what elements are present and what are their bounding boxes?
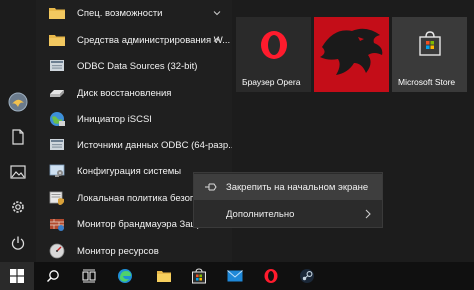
app-label: Конфигурация системы [77,165,182,177]
start-button[interactable] [0,262,34,290]
mail-icon [227,270,243,282]
resource-monitor-icon [48,242,66,260]
menu-item-label: Закрепить на начальном экране [226,181,369,193]
recovery-drive-icon [48,84,66,102]
file-explorer-button[interactable] [147,262,181,290]
tile-opera[interactable]: Браузер Opera [236,17,311,92]
opera-taskbar-button[interactable] [254,262,288,290]
store-icon [192,268,206,284]
tile-label: Microsoft Store [398,77,456,87]
tile-msi[interactable] [314,17,389,92]
edge-button[interactable] [108,262,142,290]
steam-icon [300,269,314,283]
app-label: Средства администрирования W... [77,34,231,46]
app-label: Инициатор iSCSI [77,113,152,125]
list-item[interactable]: Источники данных ODBC (64-разр... [36,132,232,158]
list-item[interactable]: Средства администрирования W... [36,27,232,53]
menu-item-pin-to-start[interactable]: Закрепить на начальном экране [194,174,382,200]
task-view-button[interactable] [72,262,106,290]
user-avatar-icon [8,92,28,112]
app-label: Локальная политика безопа [77,192,201,204]
list-item[interactable]: Инициатор iSCSI [36,106,232,132]
tile-microsoft-store[interactable]: Microsoft Store [392,17,467,92]
pictures-button[interactable] [6,160,30,184]
list-item[interactable]: Диск восстановления [36,80,232,106]
list-item[interactable]: Спец. возможности [36,0,232,26]
odbc-icon [48,57,66,75]
gear-icon [12,201,24,213]
document-icon [12,129,24,145]
menu-item-label: Дополнительно [226,208,295,220]
mail-button[interactable] [218,262,252,290]
iscsi-globe-icon [48,110,66,128]
folder-icon [48,4,66,22]
power-icon [11,236,25,250]
app-label: Источники данных ODBC (64-разр... [77,139,232,151]
security-policy-icon [48,189,66,207]
chevron-down-icon [213,11,221,16]
folder-icon [48,31,66,49]
msi-dragon-icon [320,28,383,75]
opera-icon [264,269,278,283]
tile-label: Браузер Opera [242,77,301,87]
task-view-icon [82,269,96,283]
app-label: Диск восстановления [77,87,172,99]
app-label: ODBC Data Sources (32-bit) [77,60,198,72]
store-button[interactable] [182,262,216,290]
documents-button[interactable] [6,125,30,149]
menu-item-more[interactable]: Дополнительно [194,201,382,227]
list-item[interactable]: Монитор ресурсов [36,238,232,262]
system-config-icon [48,162,66,180]
search-button[interactable] [36,262,70,290]
app-label: Монитор ресурсов [77,245,159,257]
app-label: Спец. возможности [77,7,163,19]
start-left-rail [0,0,36,262]
odbc-icon [48,136,66,154]
picture-icon [10,165,26,179]
settings-button[interactable] [6,195,30,219]
chevron-right-icon [365,209,371,219]
pin-icon [205,183,217,191]
steam-button[interactable] [290,262,324,290]
opera-icon [261,31,287,59]
firewall-monitor-icon [48,215,66,233]
taskbar [0,262,474,290]
chevron-up-icon [213,37,221,42]
file-explorer-icon [157,271,171,282]
windows-start-icon [10,269,24,283]
user-avatar[interactable] [6,90,30,114]
search-icon [47,270,59,282]
list-item[interactable]: ODBC Data Sources (32-bit) [36,53,232,79]
edge-icon [118,269,132,283]
store-bag-icon [419,31,441,56]
context-menu: Закрепить на начальном экране Дополнител… [193,172,383,228]
power-button[interactable] [6,231,30,255]
